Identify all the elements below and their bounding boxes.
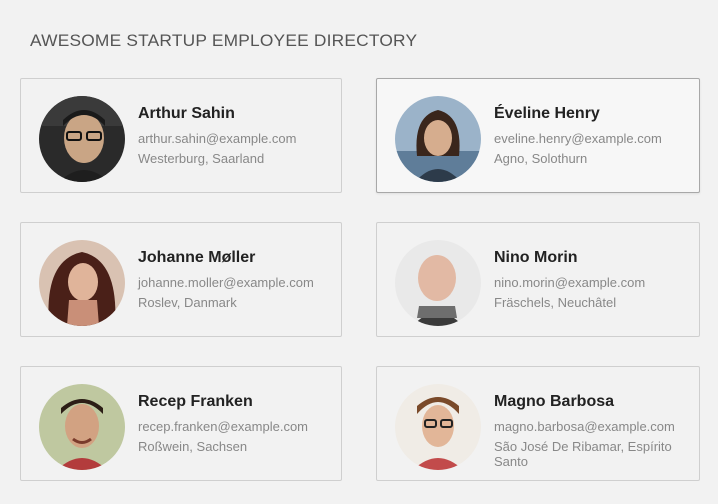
- employee-card-nino-morin[interactable]: Nino Morin nino.morin@example.com Fräsch…: [376, 222, 700, 337]
- employee-location: Roßwein, Sachsen: [138, 439, 248, 454]
- employee-email: arthur.sahin@example.com: [138, 131, 297, 146]
- page-title: AWESOME STARTUP EMPLOYEE DIRECTORY: [30, 31, 418, 50]
- employee-email: johanne.moller@example.com: [138, 275, 314, 290]
- employee-name: Arthur Sahin: [138, 105, 235, 122]
- avatar: [39, 384, 125, 470]
- employee-location: Agno, Solothurn: [494, 151, 588, 166]
- employee-email: eveline.henry@example.com: [494, 131, 662, 146]
- employee-name: Johanne Møller: [138, 249, 256, 266]
- employee-email: nino.morin@example.com: [494, 275, 646, 290]
- employee-location: São José De Ribamar, Espírito Santo: [494, 439, 672, 469]
- employee-name: Éveline Henry: [494, 105, 600, 122]
- employee-card-magno-barbosa[interactable]: Magno Barbosa magno.barbosa@example.com …: [376, 366, 700, 481]
- employee-name: Magno Barbosa: [494, 393, 615, 410]
- employee-email: recep.franken@example.com: [138, 419, 308, 434]
- employee-name: Nino Morin: [494, 249, 578, 266]
- employee-directory-page: AWESOME STARTUP EMPLOYEE DIRECTORY Arthu…: [0, 0, 718, 504]
- avatar: [39, 240, 125, 326]
- employee-card-arthur-sahin[interactable]: Arthur Sahin arthur.sahin@example.com We…: [20, 78, 342, 193]
- avatar: [395, 384, 481, 470]
- employee-name: Recep Franken: [138, 393, 253, 410]
- avatar: [395, 96, 481, 182]
- avatar: [39, 96, 125, 182]
- employee-location: Westerburg, Saarland: [138, 151, 265, 166]
- employee-email: magno.barbosa@example.com: [494, 419, 675, 434]
- avatar: [395, 240, 481, 326]
- employee-location: Roslev, Danmark: [138, 295, 237, 310]
- employee-card-eveline-henry[interactable]: Éveline Henry eveline.henry@example.com …: [376, 78, 700, 193]
- employee-location: Fräschels, Neuchâtel: [494, 295, 617, 310]
- employee-card-johanne-moller[interactable]: Johanne Møller johanne.moller@example.co…: [20, 222, 342, 337]
- employee-card-recep-franken[interactable]: Recep Franken recep.franken@example.com …: [20, 366, 342, 481]
